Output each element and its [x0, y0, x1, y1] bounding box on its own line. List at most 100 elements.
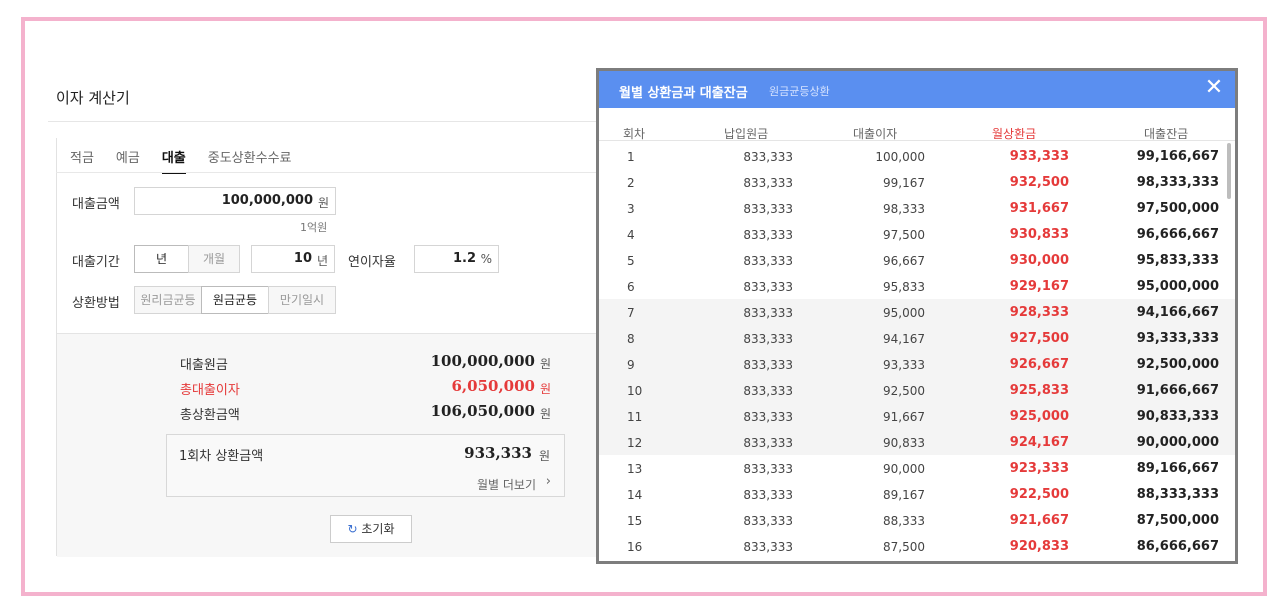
cell-principal: 833,333	[743, 462, 793, 476]
loan-amount-hint: 1억원	[300, 221, 328, 234]
tab-deposit[interactable]: 예금	[116, 147, 140, 174]
cell-principal: 833,333	[743, 410, 793, 424]
principal-unit: 원	[540, 357, 552, 371]
cell-principal: 833,333	[743, 514, 793, 528]
rate-label: 연이자율	[348, 255, 396, 270]
method-equal-payment[interactable]: 원리금균등	[134, 286, 202, 314]
cell-principal: 833,333	[743, 254, 793, 268]
cell-monthly-payment: 921,667	[1009, 513, 1069, 528]
loan-amount-field[interactable]: 100,000,000 원	[134, 187, 336, 215]
tab-loan[interactable]: 대출	[161, 147, 186, 174]
refresh-icon: ↻	[347, 522, 358, 536]
cell-balance: 90,833,333	[1136, 409, 1219, 424]
table-header-divider	[599, 140, 1235, 141]
cell-installment: 15	[627, 514, 643, 528]
cell-principal: 833,333	[743, 384, 793, 398]
method-label: 상환방법	[72, 296, 120, 311]
cell-interest: 88,333	[883, 514, 925, 528]
cell-monthly-payment: 922,500	[1009, 487, 1069, 502]
rate-field[interactable]: 1.2 %	[414, 245, 499, 273]
cell-monthly-payment: 928,333	[1009, 305, 1069, 320]
cell-monthly-payment: 920,833	[1009, 539, 1069, 554]
cell-balance: 88,333,333	[1136, 487, 1219, 502]
calculator-title: 이자 계산기	[56, 89, 130, 107]
cell-balance: 97,500,000	[1136, 201, 1219, 216]
cell-balance: 93,333,333	[1136, 331, 1219, 346]
cell-interest: 96,667	[883, 254, 925, 268]
period-year-toggle[interactable]: 년	[134, 245, 189, 273]
total-value: 106,050,000	[430, 402, 535, 420]
table-row: 10 833,333 92,500 925,833 91,666,667	[599, 377, 1235, 403]
period-field[interactable]: 10 년	[251, 245, 335, 273]
cell-balance: 87,500,000	[1136, 513, 1219, 528]
loan-period-label: 대출기간	[72, 255, 120, 270]
cell-balance: 98,333,333	[1136, 175, 1219, 190]
close-icon[interactable]: ✕	[1203, 77, 1225, 100]
cell-interest: 89,167	[883, 488, 925, 502]
table-row: 11 833,333 91,667 925,000 90,833,333	[599, 403, 1235, 429]
cell-installment: 13	[627, 462, 643, 476]
cell-installment: 10	[627, 384, 643, 398]
cell-monthly-payment: 933,333	[1009, 149, 1069, 164]
tab-savings[interactable]: 적금	[70, 147, 94, 174]
cell-installment: 16	[627, 540, 643, 554]
calculator-tabs: 적금 예금 대출 중도상환수수료	[70, 147, 314, 174]
cell-balance: 86,666,667	[1136, 539, 1219, 554]
table-row: 1 833,333 100,000 933,333 99,166,667	[599, 143, 1235, 169]
loan-amount-label: 대출금액	[72, 197, 120, 212]
cell-monthly-payment: 925,833	[1009, 383, 1069, 398]
table-row: 14 833,333 89,167 922,500 88,333,333	[599, 481, 1235, 507]
table-row: 9 833,333 93,333 926,667 92,500,000	[599, 351, 1235, 377]
cell-principal: 833,333	[743, 280, 793, 294]
cell-installment: 8	[627, 332, 635, 346]
cell-installment: 9	[627, 358, 635, 372]
cell-installment: 6	[627, 280, 635, 294]
modal-header: 월별 상환금과 대출잔금 원금균등상환 ✕	[599, 71, 1235, 108]
cell-monthly-payment: 930,833	[1009, 227, 1069, 242]
cell-installment: 12	[627, 436, 643, 450]
cell-principal: 833,333	[743, 540, 793, 554]
table-row: 4 833,333 97,500 930,833 96,666,667	[599, 221, 1235, 247]
table-row: 3 833,333 98,333 931,667 97,500,000	[599, 195, 1235, 221]
cell-interest: 93,333	[883, 358, 925, 372]
principal-value: 100,000,000	[430, 352, 535, 370]
total-label: 총상환금액	[180, 408, 240, 423]
cell-principal: 833,333	[743, 436, 793, 450]
period-month-toggle[interactable]: 개월	[188, 245, 240, 273]
first-payment-box: 1회차 상환금액 933,333 원 월별 더보기 ›	[166, 434, 565, 497]
cell-installment: 4	[627, 228, 635, 242]
cell-interest: 92,500	[883, 384, 925, 398]
cell-interest: 97,500	[883, 228, 925, 242]
table-row: 2 833,333 99,167 932,500 98,333,333	[599, 169, 1235, 195]
cell-balance: 99,166,667	[1136, 149, 1219, 164]
cell-installment: 5	[627, 254, 635, 268]
modal-title: 월별 상환금과 대출잔금	[619, 86, 748, 101]
cell-interest: 91,667	[883, 410, 925, 424]
cell-monthly-payment: 925,000	[1009, 409, 1069, 424]
cell-balance: 94,166,667	[1136, 305, 1219, 320]
reset-button[interactable]: ↻ 초기화	[330, 515, 412, 543]
method-bullet[interactable]: 만기일시	[268, 286, 336, 314]
monthly-more-link[interactable]: 월별 더보기	[477, 476, 536, 493]
cell-principal: 833,333	[743, 176, 793, 190]
cell-interest: 100,000	[875, 150, 925, 164]
table-row: 15 833,333 88,333 921,667 87,500,000	[599, 507, 1235, 533]
cell-interest: 90,833	[883, 436, 925, 450]
cell-monthly-payment: 932,500	[1009, 175, 1069, 190]
scrollbar-thumb[interactable]	[1227, 143, 1231, 199]
table-row: 13 833,333 90,000 923,333 89,166,667	[599, 455, 1235, 481]
schedule-table-body[interactable]: 1 833,333 100,000 933,333 99,166,667 2 833,333…	[599, 143, 1235, 561]
table-row: 6 833,333 95,833 929,167 95,000,000	[599, 273, 1235, 299]
method-equal-principal[interactable]: 원금균등	[201, 286, 269, 314]
tab-prepayment-fee[interactable]: 중도상환수수료	[208, 147, 292, 174]
rate-unit: %	[480, 252, 492, 266]
loan-amount-value: 100,000,000	[221, 193, 313, 208]
cell-installment: 3	[627, 202, 635, 216]
cell-interest: 98,333	[883, 202, 925, 216]
cell-balance: 95,833,333	[1136, 253, 1219, 268]
cell-balance: 89,166,667	[1136, 461, 1219, 476]
cell-balance: 91,666,667	[1136, 383, 1219, 398]
cell-interest: 99,167	[883, 176, 925, 190]
cell-interest: 87,500	[883, 540, 925, 554]
cell-interest: 95,833	[883, 280, 925, 294]
